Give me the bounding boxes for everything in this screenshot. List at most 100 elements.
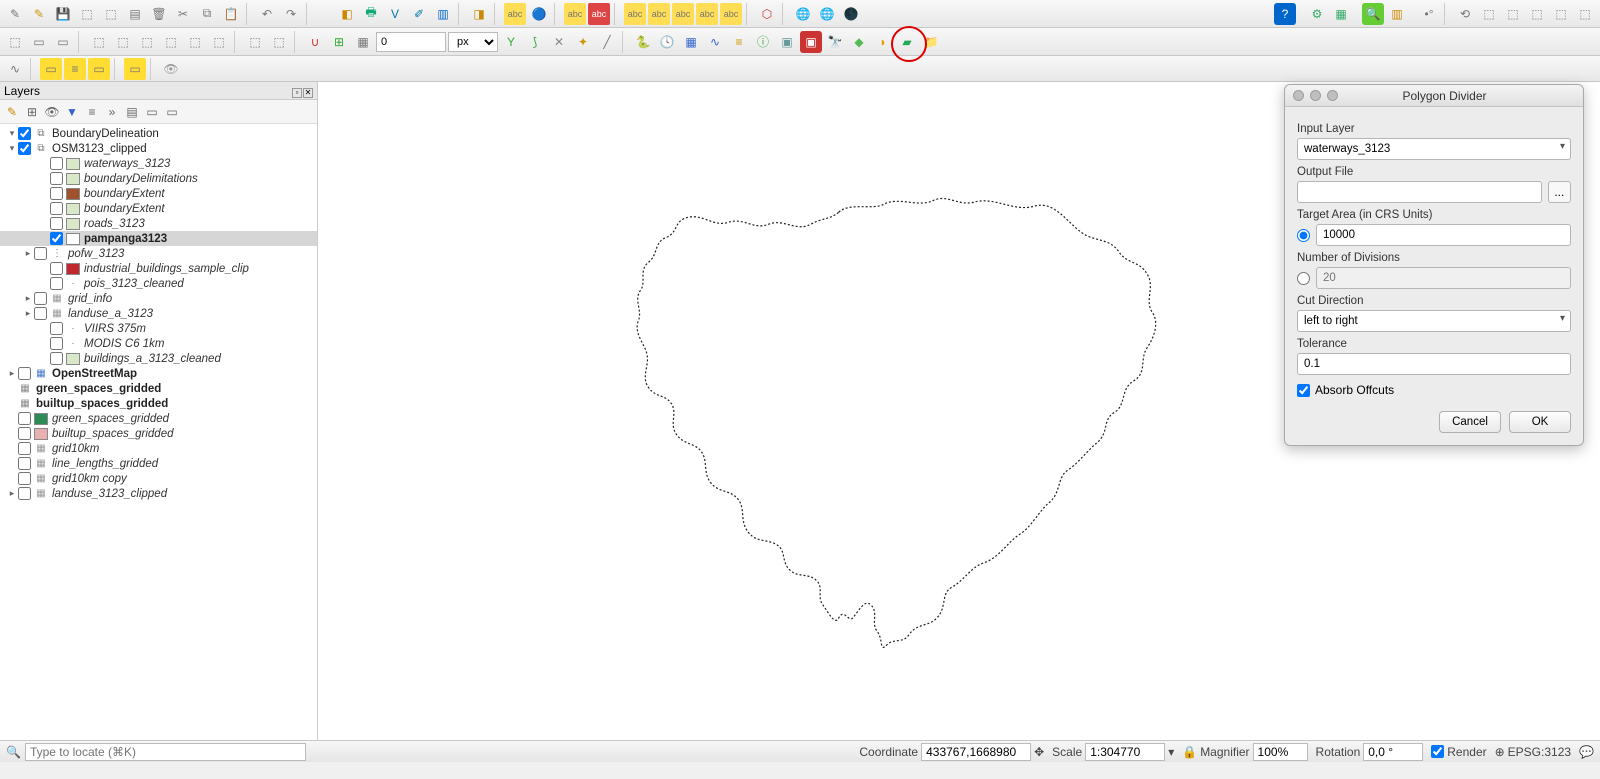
redo-icon[interactable]: ↷ xyxy=(280,3,302,25)
print-icon[interactable]: 🖶 xyxy=(360,3,382,25)
expand-icon[interactable]: ▾ xyxy=(6,128,18,139)
mag-input[interactable] xyxy=(1253,743,1308,761)
style-icon[interactable]: ✎ xyxy=(4,104,20,120)
layer-checkbox[interactable] xyxy=(50,217,63,230)
messages-icon[interactable]: 💬 xyxy=(1579,745,1594,759)
snap-icon[interactable]: ⊞ xyxy=(328,31,350,53)
result-icon[interactable]: ▦ xyxy=(1330,3,1352,25)
t2g-icon[interactable]: ⬚ xyxy=(160,31,182,53)
layer-row[interactable]: waterways_3123 xyxy=(0,156,317,171)
tool-c-icon[interactable]: ⬚ xyxy=(1526,3,1548,25)
layer-checkbox[interactable] xyxy=(18,412,31,425)
filter-yellow-icon[interactable]: ▭ xyxy=(124,58,146,80)
layer-checkbox[interactable] xyxy=(18,427,31,440)
mask-icon[interactable]: 👁 xyxy=(160,58,182,80)
green-icon[interactable]: ◆ xyxy=(848,31,870,53)
expand-icon[interactable]: ▾ xyxy=(6,143,18,154)
layer-row[interactable]: ▾⧉OSM3123_clipped xyxy=(0,141,317,156)
hexagon-icon[interactable]: ⬡ xyxy=(756,3,778,25)
info-icon[interactable]: ⓘ xyxy=(752,31,774,53)
layer-row[interactable]: ·MODIS C6 1km xyxy=(0,336,317,351)
layer-row[interactable]: green_spaces_gridded xyxy=(0,411,317,426)
undo-icon[interactable]: ↶ xyxy=(256,3,278,25)
cut-direction-select[interactable]: left to right xyxy=(1297,310,1571,332)
target-area-radio[interactable] xyxy=(1297,229,1310,242)
delete-icon[interactable]: 🗑 xyxy=(148,3,170,25)
edit-icon[interactable]: ✎ xyxy=(28,3,50,25)
layer-row[interactable]: ▦grid10km xyxy=(0,441,317,456)
red-box-icon[interactable]: ▣ xyxy=(800,31,822,53)
search-green-icon[interactable]: 🔍 xyxy=(1362,3,1384,25)
t2b-icon[interactable]: ▭ xyxy=(28,31,50,53)
layer-checkbox[interactable] xyxy=(50,157,63,170)
layer-row[interactable]: industrial_buildings_sample_clip xyxy=(0,261,317,276)
layer-row[interactable]: ▸▦landuse_a_3123 xyxy=(0,306,317,321)
tool-icon[interactable]: ⬚ xyxy=(100,3,122,25)
label5-icon[interactable]: abc xyxy=(648,3,670,25)
tool-b-icon[interactable]: ⬚ xyxy=(1502,3,1524,25)
avoid-icon[interactable]: ✕ xyxy=(548,31,570,53)
t2d-icon[interactable]: ⬚ xyxy=(88,31,110,53)
layer-checkbox[interactable] xyxy=(18,142,31,155)
t2e-icon[interactable]: ⬚ xyxy=(112,31,134,53)
layer-checkbox[interactable] xyxy=(50,232,63,245)
curve-icon[interactable]: ∿ xyxy=(4,58,26,80)
panel-window-buttons[interactable]: ▫✕ xyxy=(291,84,313,98)
expand-icon[interactable]: ▸ xyxy=(22,248,34,259)
tolerance-input[interactable] xyxy=(1297,353,1571,375)
magnet-icon[interactable]: ∪ xyxy=(304,31,326,53)
layer-checkbox[interactable] xyxy=(18,472,31,485)
layer-row[interactable]: buildings_a_3123_cleaned xyxy=(0,351,317,366)
scale-dropdown-icon[interactable]: ▾ xyxy=(1168,745,1174,759)
globe2-icon[interactable]: 🌐 xyxy=(816,3,838,25)
pen-icon[interactable]: ✐ xyxy=(408,3,430,25)
node-icon[interactable]: •° xyxy=(1418,3,1440,25)
box-icon[interactable]: ◧ xyxy=(336,3,358,25)
layer-checkbox[interactable] xyxy=(18,127,31,140)
deselect-icon[interactable]: ▭ xyxy=(88,58,110,80)
map-canvas[interactable]: Polygon Divider Input Layer waterways_31… xyxy=(318,82,1600,740)
layer-row[interactable]: boundaryExtent xyxy=(0,201,317,216)
reshape-icon[interactable]: ⟲ xyxy=(1454,3,1476,25)
lock-icon[interactable]: 🔒 xyxy=(1182,745,1197,759)
layer-checkbox[interactable] xyxy=(50,172,63,185)
cancel-button[interactable]: Cancel xyxy=(1439,411,1501,433)
layer-icon[interactable]: ◨ xyxy=(468,3,490,25)
globe-icon[interactable]: 🌐 xyxy=(792,3,814,25)
expand-icon[interactable]: ▸ xyxy=(22,293,34,304)
legend-icon[interactable]: ≡ xyxy=(84,104,100,120)
paste-icon[interactable]: 📋 xyxy=(220,3,242,25)
t2h-icon[interactable]: ⬚ xyxy=(184,31,206,53)
osm-icon[interactable]: ▥ xyxy=(1386,3,1408,25)
layer-checkbox[interactable] xyxy=(34,307,47,320)
python-icon[interactable]: 🐍 xyxy=(632,31,654,53)
label3-icon[interactable]: abc xyxy=(588,3,610,25)
rot-input[interactable] xyxy=(1363,743,1423,761)
help-icon[interactable]: ? xyxy=(1274,3,1296,25)
label-icon[interactable]: abc xyxy=(504,3,526,25)
binoculars-icon[interactable]: 🔭 xyxy=(824,31,846,53)
layer-checkbox[interactable] xyxy=(34,247,47,260)
remove-icon[interactable]: ▭ xyxy=(144,104,160,120)
locator-input[interactable] xyxy=(25,743,306,761)
topo-icon[interactable]: Y xyxy=(500,31,522,53)
polygon-divider-icon[interactable]: ▰ xyxy=(896,31,918,53)
layer-checkbox[interactable] xyxy=(18,442,31,455)
layer-checkbox[interactable] xyxy=(50,352,63,365)
expand-icon[interactable]: ▸ xyxy=(6,368,18,379)
copy-icon[interactable]: ⧉ xyxy=(196,3,218,25)
render-checkbox[interactable] xyxy=(1431,745,1444,758)
t2f-icon[interactable]: ⬚ xyxy=(136,31,158,53)
filter-icon[interactable]: ▼ xyxy=(64,104,80,120)
layer-checkbox[interactable] xyxy=(34,292,47,305)
tool-a-icon[interactable]: ⬚ xyxy=(1478,3,1500,25)
layer-row[interactable]: ▦builtup_spaces_gridded xyxy=(0,396,317,411)
crs-icon[interactable]: ⊕ xyxy=(1495,745,1505,759)
visibility-icon[interactable]: 👁 xyxy=(44,104,60,120)
grid-icon[interactable]: ▦ xyxy=(352,31,374,53)
t2k-icon[interactable]: ⬚ xyxy=(268,31,290,53)
layer-checkbox[interactable] xyxy=(50,277,63,290)
vector-icon[interactable]: V xyxy=(384,3,406,25)
traffic-lights[interactable] xyxy=(1285,90,1346,101)
table-icon[interactable]: ▦ xyxy=(680,31,702,53)
